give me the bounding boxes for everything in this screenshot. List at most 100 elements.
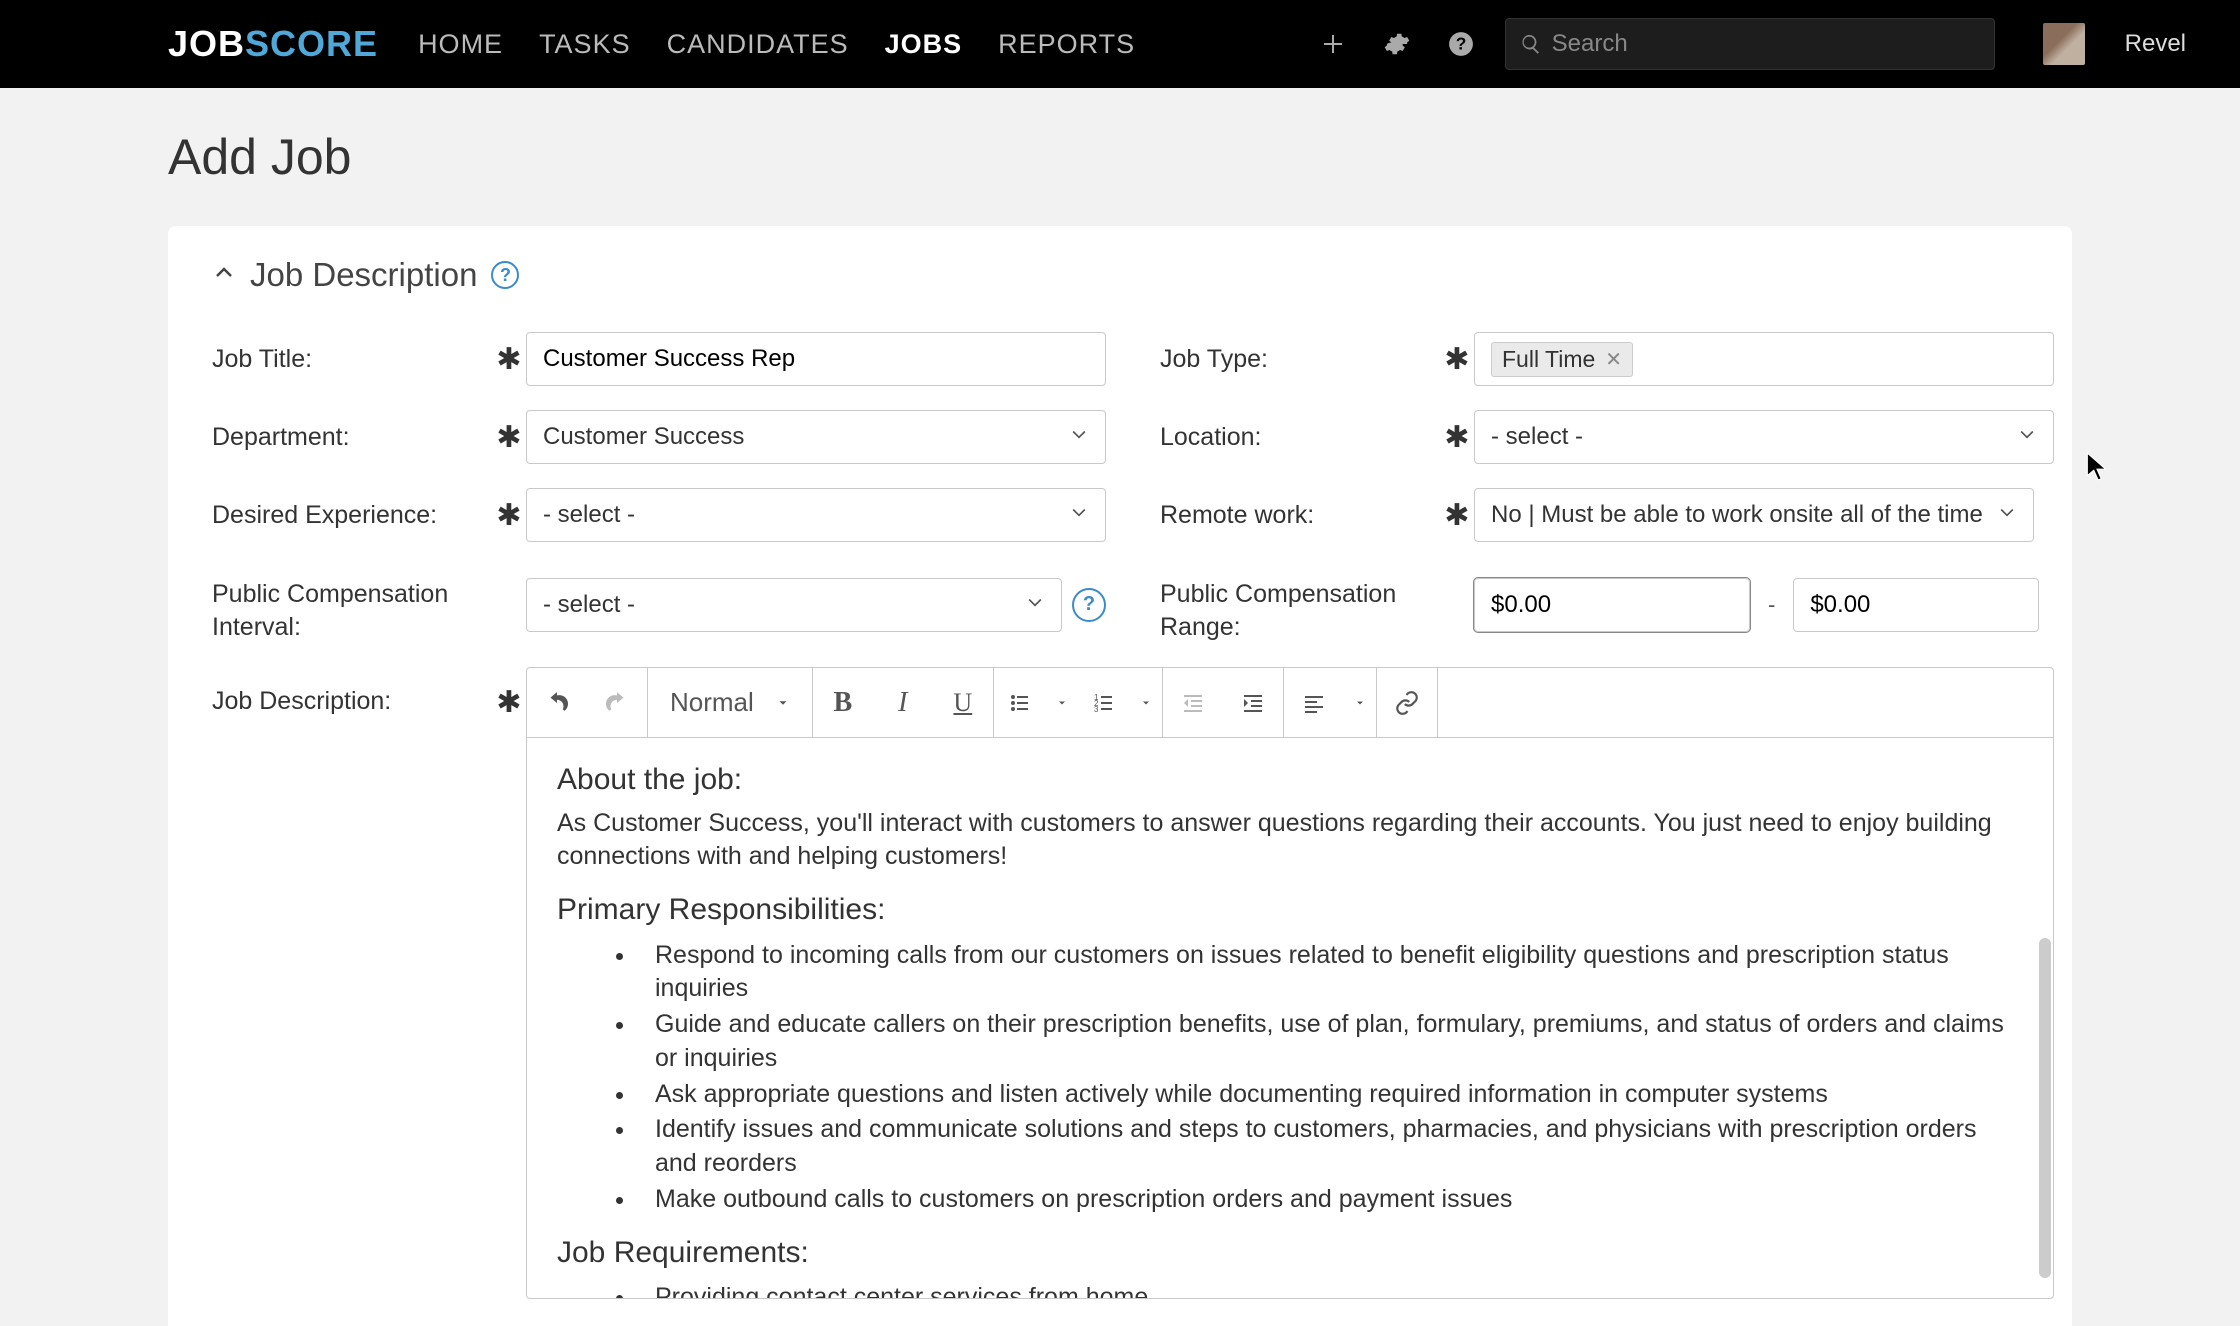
list-item: Guide and educate callers on their presc… bbox=[637, 1008, 2023, 1076]
add-icon[interactable] bbox=[1313, 24, 1353, 64]
bullet-list-options[interactable] bbox=[1046, 697, 1078, 709]
section-title: Job Description bbox=[250, 256, 477, 294]
format-value: Normal bbox=[670, 687, 754, 718]
format-select[interactable]: Normal bbox=[648, 668, 813, 737]
label-comp-interval: Public Compensation Interval: bbox=[212, 566, 492, 643]
experience-value: - select - bbox=[543, 501, 635, 529]
italic-button[interactable]: I bbox=[873, 668, 933, 737]
required-icon: ✱ bbox=[1440, 498, 1474, 533]
location-value: - select - bbox=[1491, 423, 1583, 451]
required-icon: ✱ bbox=[1440, 420, 1474, 455]
logo-part2: SCORE bbox=[245, 23, 378, 64]
page: Add Job Job Description ? Job Title: ✱ J… bbox=[0, 88, 2240, 1326]
job-type-input[interactable]: Full Time ✕ bbox=[1474, 332, 2054, 386]
align-button[interactable] bbox=[1284, 668, 1344, 737]
label-remote: Remote work: bbox=[1160, 501, 1440, 530]
location-select[interactable]: - select - bbox=[1474, 410, 2054, 464]
chevron-down-icon bbox=[1025, 591, 1045, 619]
job-type-tag: Full Time ✕ bbox=[1491, 342, 1633, 377]
tag-label: Full Time bbox=[1502, 346, 1595, 373]
label-job-type: Job Type: bbox=[1160, 345, 1440, 374]
org-name[interactable]: Revel bbox=[2125, 30, 2186, 58]
nav-candidates[interactable]: CANDIDATES bbox=[667, 29, 849, 60]
search-box[interactable] bbox=[1505, 18, 1995, 70]
search-input[interactable] bbox=[1552, 30, 1980, 58]
required-icon: ✱ bbox=[492, 420, 526, 455]
bold-button[interactable]: B bbox=[813, 668, 873, 737]
job-title-input[interactable] bbox=[526, 332, 1106, 386]
editor-body[interactable]: About the job: As Customer Success, you'… bbox=[527, 738, 2053, 1298]
search-icon bbox=[1520, 33, 1542, 55]
list-item: Ask appropriate questions and listen act… bbox=[637, 1078, 2023, 1112]
comp-to-input[interactable] bbox=[1793, 578, 2039, 632]
range-dash: - bbox=[1768, 592, 1775, 618]
about-paragraph: As Customer Success, you'll interact wit… bbox=[557, 807, 2023, 875]
department-value: Customer Success bbox=[543, 423, 744, 451]
label-job-title: Job Title: bbox=[212, 345, 492, 374]
editor-toolbar: Normal B I U 123 bbox=[527, 668, 2053, 738]
chevron-down-icon bbox=[2017, 423, 2037, 451]
required-icon: ✱ bbox=[492, 342, 526, 377]
label-department: Department: bbox=[212, 423, 492, 452]
about-heading: About the job: bbox=[557, 760, 2023, 801]
resp-list: Respond to incoming calls from our custo… bbox=[557, 939, 2023, 1217]
logo[interactable]: JOBSCORE bbox=[168, 23, 378, 65]
avatar[interactable] bbox=[2043, 23, 2085, 65]
section-header[interactable]: Job Description ? bbox=[212, 256, 2028, 322]
bullet-list-button[interactable] bbox=[994, 668, 1046, 737]
gear-icon[interactable] bbox=[1377, 24, 1417, 64]
comp-interval-select[interactable]: - select - bbox=[526, 578, 1062, 632]
caret-down-icon bbox=[776, 696, 790, 710]
comp-range-row: - bbox=[1474, 578, 2054, 632]
help-icon[interactable]: ? bbox=[1072, 588, 1106, 622]
list-item: Respond to incoming calls from our custo… bbox=[637, 939, 2023, 1007]
label-comp-range: Public Compensation Range: bbox=[1160, 566, 1440, 643]
required-icon: ✱ bbox=[492, 498, 526, 533]
nav-reports[interactable]: REPORTS bbox=[998, 29, 1135, 60]
nav-right: ? Revel bbox=[1313, 18, 2186, 70]
chevron-down-icon bbox=[1069, 501, 1089, 529]
help-icon[interactable]: ? bbox=[1441, 24, 1481, 64]
comp-interval-value: - select - bbox=[543, 591, 635, 619]
scrollbar-thumb[interactable] bbox=[2039, 938, 2051, 1278]
redo-button[interactable] bbox=[587, 668, 647, 737]
align-options[interactable] bbox=[1344, 697, 1376, 709]
chevron-up-icon bbox=[212, 261, 236, 290]
remote-value: No | Must be able to work onsite all of … bbox=[1491, 501, 1983, 529]
required-icon: ✱ bbox=[1440, 342, 1474, 377]
numbered-list-options[interactable] bbox=[1130, 697, 1162, 709]
required-icon: ✱ bbox=[492, 667, 526, 720]
form: Job Title: ✱ Job Type: ✱ Full Time ✕ Dep… bbox=[212, 332, 2028, 1299]
outdent-button[interactable] bbox=[1163, 668, 1223, 737]
help-icon[interactable]: ? bbox=[491, 261, 519, 289]
list-item: Providing contact center services from h… bbox=[637, 1281, 2023, 1298]
label-location: Location: bbox=[1160, 423, 1440, 452]
editor-wrap: Normal B I U 123 bbox=[526, 667, 2054, 1299]
req-heading: Job Requirements: bbox=[557, 1233, 2023, 1274]
indent-button[interactable] bbox=[1223, 668, 1283, 737]
svg-text:?: ? bbox=[1455, 33, 1466, 53]
chevron-down-icon bbox=[1069, 423, 1089, 451]
list-item: Identify issues and communicate solution… bbox=[637, 1113, 2023, 1181]
comp-from-input[interactable] bbox=[1474, 578, 1750, 632]
page-title: Add Job bbox=[168, 128, 2072, 186]
svg-text:3: 3 bbox=[1094, 705, 1099, 714]
undo-button[interactable] bbox=[527, 668, 587, 737]
underline-button[interactable]: U bbox=[933, 668, 993, 737]
req-list: Providing contact center services from h… bbox=[557, 1281, 2023, 1298]
experience-select[interactable]: - select - bbox=[526, 488, 1106, 542]
close-icon[interactable]: ✕ bbox=[1605, 347, 1622, 372]
job-title-text[interactable] bbox=[543, 345, 1089, 373]
link-button[interactable] bbox=[1377, 668, 1437, 737]
label-experience: Desired Experience: bbox=[212, 501, 492, 530]
card: Job Description ? Job Title: ✱ Job Type:… bbox=[168, 226, 2072, 1326]
chevron-down-icon bbox=[1997, 501, 2017, 529]
top-nav: JOBSCORE HOME TASKS CANDIDATES JOBS REPO… bbox=[0, 0, 2240, 88]
remote-select[interactable]: No | Must be able to work onsite all of … bbox=[1474, 488, 2034, 542]
nav-jobs[interactable]: JOBS bbox=[885, 29, 963, 60]
nav-home[interactable]: HOME bbox=[418, 29, 503, 60]
numbered-list-button[interactable]: 123 bbox=[1078, 668, 1130, 737]
resp-heading: Primary Responsibilities: bbox=[557, 890, 2023, 931]
nav-tasks[interactable]: TASKS bbox=[539, 29, 631, 60]
department-select[interactable]: Customer Success bbox=[526, 410, 1106, 464]
